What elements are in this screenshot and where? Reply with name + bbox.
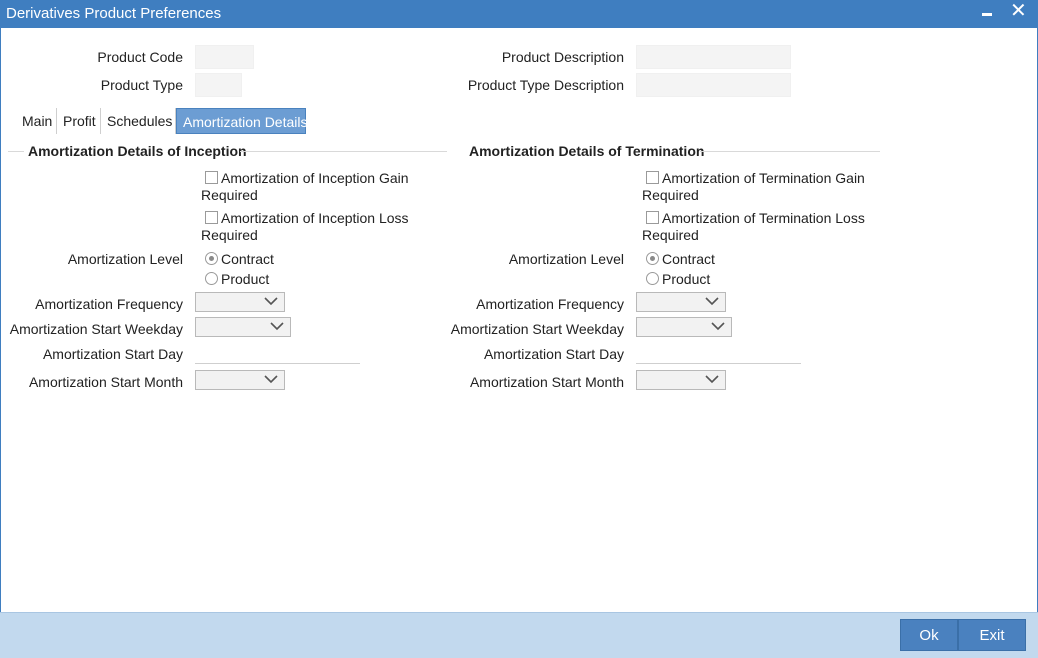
inception-level-product-label: Product xyxy=(221,271,270,287)
inception-start-weekday-label: Amortization Start Weekday xyxy=(9,321,183,337)
inception-gain-checkbox[interactable] xyxy=(205,171,218,184)
inception-level-contract-label: Contract xyxy=(221,251,274,267)
termination-level-contract-radio[interactable] xyxy=(646,252,659,265)
tab-amortization-details[interactable]: Amortization Details xyxy=(176,108,308,134)
inception-loss-checkbox[interactable] xyxy=(205,211,218,224)
termination-level-contract-label: Contract xyxy=(662,251,715,267)
inception-start-weekday-select[interactable] xyxy=(195,317,291,337)
product-type-label: Product Type xyxy=(100,77,183,93)
title-bar: Derivatives Product Preferences ✕ xyxy=(0,0,1038,28)
inception-level-label: Amortization Level xyxy=(67,251,183,267)
termination-gain-label-1: Amortization of Termination Gain xyxy=(662,170,865,186)
termination-loss-label-2: Required xyxy=(642,227,699,243)
termination-level-label: Amortization Level xyxy=(508,251,624,267)
inception-section-line-left xyxy=(8,151,24,152)
tab-profit[interactable]: Profit xyxy=(57,108,101,134)
inception-frequency-select[interactable] xyxy=(195,292,285,312)
inception-start-day-label: Amortization Start Day xyxy=(42,346,183,362)
termination-frequency-select[interactable] xyxy=(636,292,726,312)
product-type-field[interactable] xyxy=(195,73,242,97)
termination-start-weekday-select[interactable] xyxy=(636,317,732,337)
termination-gain-checkbox[interactable] xyxy=(646,171,659,184)
inception-gain-label-2: Required xyxy=(201,187,258,203)
product-description-field[interactable] xyxy=(636,45,791,69)
inception-level-product-radio[interactable] xyxy=(205,272,218,285)
inception-frequency-label: Amortization Frequency xyxy=(35,296,183,312)
window-title: Derivatives Product Preferences xyxy=(6,5,222,22)
chevron-down-icon xyxy=(270,322,284,331)
product-code-label: Product Code xyxy=(97,49,183,65)
product-code-field[interactable] xyxy=(195,45,254,69)
termination-level-product-radio[interactable] xyxy=(646,272,659,285)
termination-start-day-label: Amortization Start Day xyxy=(483,346,624,362)
inception-start-day-field[interactable] xyxy=(195,344,360,364)
termination-loss-label-1: Amortization of Termination Loss xyxy=(662,210,865,226)
chevron-down-icon xyxy=(264,297,278,306)
inception-level-contract-radio[interactable] xyxy=(205,252,218,265)
termination-start-day-field[interactable] xyxy=(636,344,801,364)
inception-start-month-label: Amortization Start Month xyxy=(28,374,183,390)
chevron-down-icon xyxy=(705,297,719,306)
footer-bar: Ok Exit xyxy=(0,612,1038,658)
tab-schedules[interactable]: Schedules xyxy=(101,108,176,134)
termination-start-weekday-label: Amortization Start Weekday xyxy=(450,321,624,337)
termination-start-month-select[interactable] xyxy=(636,370,726,390)
inception-start-month-select[interactable] xyxy=(195,370,285,390)
termination-section-title: Amortization Details of Termination xyxy=(469,143,705,159)
termination-frequency-label: Amortization Frequency xyxy=(476,296,624,312)
chevron-down-icon xyxy=(264,375,278,384)
inception-section-line-right xyxy=(240,151,447,152)
minimize-icon[interactable] xyxy=(982,13,992,16)
ok-button[interactable]: Ok xyxy=(900,619,958,651)
inception-loss-label-2: Required xyxy=(201,227,258,243)
termination-section-line-right xyxy=(700,151,880,152)
chevron-down-icon xyxy=(711,322,725,331)
inception-gain-label-1: Amortization of Inception Gain xyxy=(221,170,409,186)
termination-loss-checkbox[interactable] xyxy=(646,211,659,224)
inception-section-title: Amortization Details of Inception xyxy=(28,143,247,159)
inception-loss-label-1: Amortization of Inception Loss xyxy=(221,210,409,226)
termination-gain-label-2: Required xyxy=(642,187,699,203)
product-description-label: Product Description xyxy=(501,49,624,65)
termination-start-month-label: Amortization Start Month xyxy=(469,374,624,390)
termination-level-product-label: Product xyxy=(662,271,711,287)
tab-main[interactable]: Main xyxy=(16,108,57,134)
exit-button[interactable]: Exit xyxy=(958,619,1026,651)
chevron-down-icon xyxy=(705,375,719,384)
product-type-description-field[interactable] xyxy=(636,73,791,97)
close-icon[interactable]: ✕ xyxy=(1010,0,1027,22)
product-type-description-label: Product Type Description xyxy=(467,77,624,93)
